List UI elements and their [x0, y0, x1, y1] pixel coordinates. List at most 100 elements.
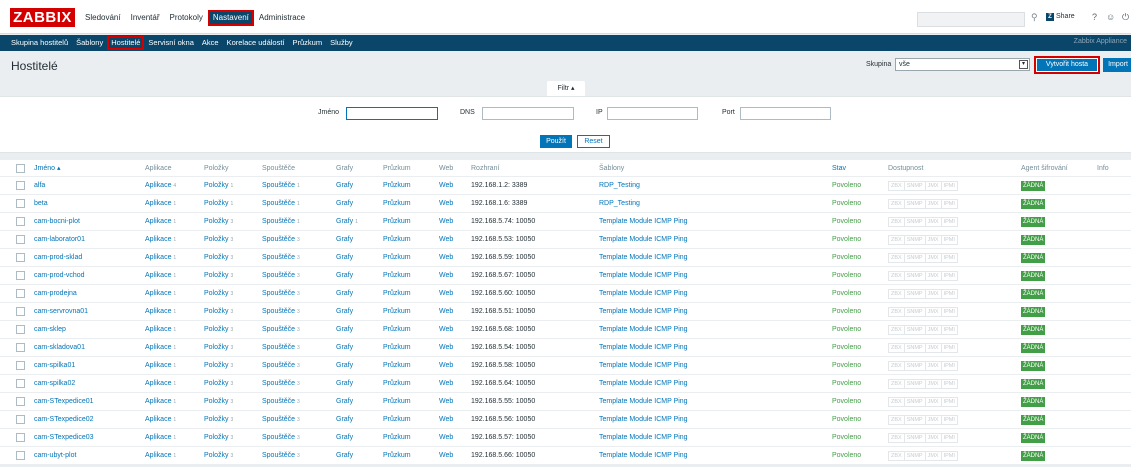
discovery-link[interactable]: Průzkum [383, 303, 411, 321]
template-link[interactable]: Template Module ICMP Ping [599, 303, 688, 321]
col-name[interactable]: Jméno ▴ [34, 160, 60, 178]
graphs-link[interactable]: Grafy [336, 182, 353, 189]
row-checkbox[interactable] [16, 415, 25, 424]
row-checkbox[interactable] [16, 433, 25, 442]
row-checkbox[interactable] [16, 235, 25, 244]
graphs-link[interactable]: Grafy [336, 434, 353, 441]
discovery-link[interactable]: Průzkum [383, 177, 411, 195]
graphs-link[interactable]: Grafy [336, 326, 353, 333]
triggers-link[interactable]: Spouštěče [262, 182, 295, 189]
applications-link[interactable]: Aplikace [145, 416, 171, 423]
host-name-link[interactable]: cam-ubyt-plot [34, 447, 76, 465]
items-link[interactable]: Položky [204, 398, 229, 405]
import-button[interactable]: Import [1103, 58, 1131, 72]
graphs-link[interactable]: Grafy [336, 218, 353, 225]
web-link[interactable]: Web [439, 231, 453, 249]
row-checkbox[interactable] [16, 271, 25, 280]
host-name-link[interactable]: cam-STexpedice01 [34, 393, 94, 411]
graphs-link[interactable]: Grafy [336, 290, 353, 297]
host-name-link[interactable]: cam-spilka01 [34, 357, 75, 375]
triggers-link[interactable]: Spouštěče [262, 290, 295, 297]
menu-inventory[interactable]: Inventář [126, 10, 165, 26]
status-link[interactable]: Povoleno [832, 339, 861, 357]
items-link[interactable]: Položky [204, 434, 229, 441]
host-name-link[interactable]: cam-prodejna [34, 285, 77, 303]
discovery-link[interactable]: Průzkum [383, 375, 411, 393]
submenu-services[interactable]: Služby [326, 36, 357, 50]
menu-reports[interactable]: Protokoly [165, 10, 208, 26]
zabbix-logo[interactable]: ZABBIX [10, 8, 75, 27]
discovery-link[interactable]: Průzkum [383, 429, 411, 447]
row-checkbox[interactable] [16, 253, 25, 262]
submenu-discovery[interactable]: Průzkum [289, 36, 327, 50]
discovery-link[interactable]: Průzkum [383, 213, 411, 231]
applications-link[interactable]: Aplikace [145, 182, 171, 189]
items-link[interactable]: Položky [204, 182, 229, 189]
applications-link[interactable]: Aplikace [145, 344, 171, 351]
web-link[interactable]: Web [439, 357, 453, 375]
template-link[interactable]: Template Module ICMP Ping [599, 267, 688, 285]
host-name-link[interactable]: beta [34, 195, 48, 213]
user-icon[interactable]: ☺ [1106, 12, 1115, 22]
filter-port-input[interactable] [740, 107, 831, 120]
graphs-link[interactable]: Grafy [336, 398, 353, 405]
select-all-checkbox[interactable] [16, 164, 25, 173]
template-link[interactable]: Template Module ICMP Ping [599, 339, 688, 357]
triggers-link[interactable]: Spouštěče [262, 308, 295, 315]
web-link[interactable]: Web [439, 195, 453, 213]
triggers-link[interactable]: Spouštěče [262, 434, 295, 441]
applications-link[interactable]: Aplikace [145, 200, 171, 207]
row-checkbox[interactable] [16, 397, 25, 406]
triggers-link[interactable]: Spouštěče [262, 218, 295, 225]
discovery-link[interactable]: Průzkum [383, 357, 411, 375]
search-icon[interactable]: ⚲ [1031, 12, 1038, 23]
template-link[interactable]: Template Module ICMP Ping [599, 429, 688, 447]
status-link[interactable]: Povoleno [832, 357, 861, 375]
status-link[interactable]: Povoleno [832, 285, 861, 303]
status-link[interactable]: Povoleno [832, 231, 861, 249]
reset-button[interactable]: Reset [577, 135, 610, 148]
applications-link[interactable]: Aplikace [145, 236, 171, 243]
graphs-link[interactable]: Grafy [336, 344, 353, 351]
status-link[interactable]: Povoleno [832, 375, 861, 393]
web-link[interactable]: Web [439, 213, 453, 231]
applications-link[interactable]: Aplikace [145, 434, 171, 441]
row-checkbox[interactable] [16, 451, 25, 460]
web-link[interactable]: Web [439, 411, 453, 429]
status-link[interactable]: Povoleno [832, 303, 861, 321]
submenu-actions[interactable]: Akce [198, 36, 223, 50]
template-link[interactable]: Template Module ICMP Ping [599, 411, 688, 429]
triggers-link[interactable]: Spouštěče [262, 326, 295, 333]
filter-name-input[interactable] [346, 107, 438, 120]
applications-link[interactable]: Aplikace [145, 452, 171, 459]
web-link[interactable]: Web [439, 339, 453, 357]
host-name-link[interactable]: alfa [34, 177, 45, 195]
host-name-link[interactable]: cam-laborator01 [34, 231, 85, 249]
triggers-link[interactable]: Spouštěče [262, 416, 295, 423]
submenu-hosts[interactable]: Hostitelé [107, 36, 145, 50]
filter-tab[interactable]: Filtr ▴ [547, 81, 585, 96]
row-checkbox[interactable] [16, 181, 25, 190]
triggers-link[interactable]: Spouštěče [262, 362, 295, 369]
discovery-link[interactable]: Průzkum [383, 195, 411, 213]
items-link[interactable]: Položky [204, 290, 229, 297]
web-link[interactable]: Web [439, 321, 453, 339]
status-link[interactable]: Povoleno [832, 249, 861, 267]
host-name-link[interactable]: cam-skladova01 [34, 339, 85, 357]
applications-link[interactable]: Aplikace [145, 308, 171, 315]
filter-ip-input[interactable] [607, 107, 698, 120]
discovery-link[interactable]: Průzkum [383, 411, 411, 429]
template-link[interactable]: Template Module ICMP Ping [599, 285, 688, 303]
host-name-link[interactable]: cam-sklep [34, 321, 66, 339]
row-checkbox[interactable] [16, 289, 25, 298]
status-link[interactable]: Povoleno [832, 321, 861, 339]
discovery-link[interactable]: Průzkum [383, 285, 411, 303]
web-link[interactable]: Web [439, 429, 453, 447]
status-link[interactable]: Povoleno [832, 393, 861, 411]
row-checkbox[interactable] [16, 199, 25, 208]
applications-link[interactable]: Aplikace [145, 326, 171, 333]
triggers-link[interactable]: Spouštěče [262, 272, 295, 279]
col-status[interactable]: Stav [832, 160, 846, 178]
discovery-link[interactable]: Průzkum [383, 393, 411, 411]
host-name-link[interactable]: cam-prod-vchod [34, 267, 85, 285]
